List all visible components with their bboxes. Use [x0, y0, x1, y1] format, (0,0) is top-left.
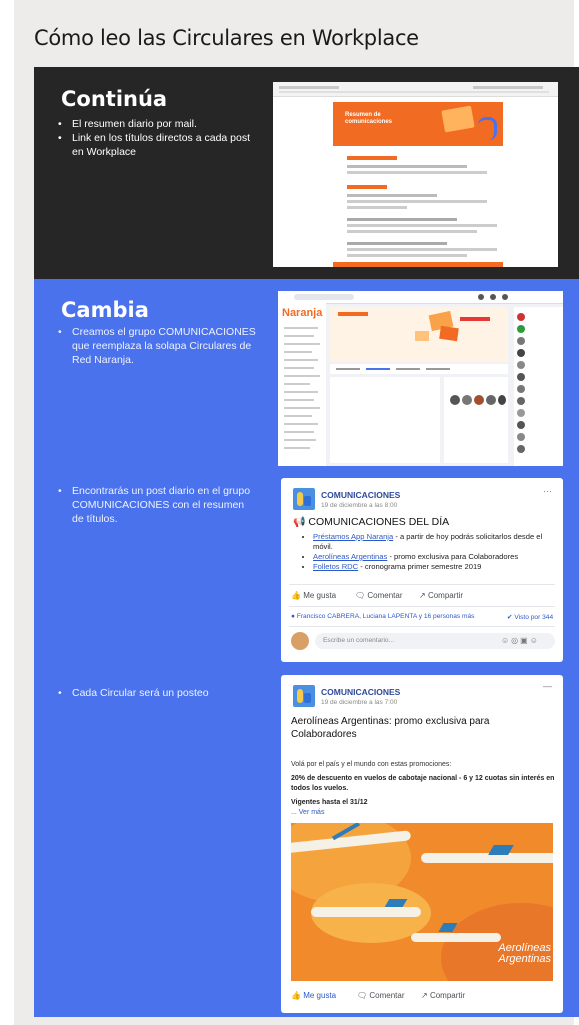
share-icon: ↗ [421, 991, 428, 1000]
post-image-airplanes[interactable]: Aerolíneas Argentinas [291, 823, 553, 981]
list-item: Aerolíneas Argentinas - promo exclusiva … [313, 552, 563, 562]
comment-input[interactable]: Escribe un comentario... ☺◎▣☺ [315, 633, 555, 649]
section-cambia-heading: Cambia [61, 298, 149, 322]
post-card-circular: COMUNICACIONES 19 de diciembre a las 7:0… [281, 675, 563, 1013]
megaphone-icon: 📢 [293, 517, 306, 528]
bullet-item: El resumen diario por mail. [56, 117, 256, 131]
section-cambia-bullet-2: Encontrarás un post diario en el grupo C… [56, 484, 256, 526]
aerolineas-logo: Aerolíneas Argentinas [498, 942, 551, 965]
section-cambia-bullet-3: Cada Circular será un posteo [56, 686, 256, 700]
workplace-cover [330, 307, 508, 362]
bullet-item: Encontrarás un post diario en el grupo C… [56, 484, 256, 526]
page-title: Cómo leo las Circulares en Workplace [34, 26, 419, 50]
check-icon: ✔ [507, 614, 513, 621]
arrow-icon [478, 117, 497, 140]
thumbs-up-icon: 👍 [291, 591, 301, 600]
like-button[interactable]: 👍 Me gusta [291, 991, 336, 1000]
post-promo: 20% de descuento en vuelos de cabotaje n… [291, 775, 555, 792]
email-summary-screenshot: Resumen de comunicaciones [273, 82, 558, 267]
section-continua-heading: Continúa [61, 87, 168, 111]
list-item: Folletos RDC - cronograma primer semestr… [313, 562, 563, 572]
airplane-icon [411, 933, 501, 942]
list-item: Préstamos App Naranja - a partir de hoy … [313, 532, 563, 552]
post-intro: Volá por el país y el mundo con estas pr… [291, 761, 452, 768]
post-options-icon[interactable]: — [543, 681, 552, 691]
envelope-icon [441, 105, 475, 133]
workplace-screenshot: Naranja [278, 291, 563, 466]
email-banner: Resumen de comunicaciones [333, 102, 503, 146]
share-icon: ↗ [419, 591, 426, 600]
post-seen-count[interactable]: ✔ Visto por 344 [507, 613, 553, 621]
bullet-item: Cada Circular será un posteo [56, 686, 256, 700]
post-date[interactable]: 19 de diciembre a las 8:00 [321, 502, 397, 509]
group-logo-icon [293, 488, 315, 510]
post-group-name[interactable]: COMUNICACIONES [321, 490, 400, 500]
post-date[interactable]: 19 de diciembre a las 7:00 [321, 699, 397, 706]
post-options-icon[interactable]: ··· [543, 486, 552, 496]
post-title: Aerolíneas Argentinas: promo exclusiva p… [291, 716, 490, 740]
section-cambia-bullet-1: Creamos el grupo COMUNICACIONES que reem… [56, 325, 256, 367]
post-heading: 📢 COMUNICACIONES DEL DÍA [293, 516, 450, 528]
bullet-item: Creamos el grupo COMUNICACIONES que reem… [56, 325, 256, 367]
like-button[interactable]: 👍 Me gusta [291, 591, 336, 600]
avatar [291, 632, 309, 650]
comment-button[interactable]: 🗨 Comentar [357, 991, 405, 1000]
emoji-icons[interactable]: ☺◎▣☺ [501, 636, 540, 645]
section-cambia: Cambia Creamos el grupo COMUNICACIONES q… [34, 279, 579, 1017]
like-badge-icon: ● [291, 613, 295, 620]
post-reactions[interactable]: ● Francisco CABRERA, Luciana LAPENTA y 1… [291, 613, 481, 620]
email-toolbar [273, 82, 558, 97]
workplace-brand: Naranja [282, 307, 323, 319]
email-banner-title: Resumen de comunicaciones [345, 112, 393, 125]
share-button[interactable]: ↗ Compartir [419, 591, 463, 600]
post-validity: Vigentes hasta el 31/12 [291, 799, 368, 806]
workplace-sidebar: Naranja [278, 303, 326, 466]
share-button[interactable]: ↗ Compartir [421, 991, 465, 1000]
group-logo-icon [293, 685, 315, 707]
airplane-icon [311, 907, 421, 917]
bullet-item: Link en los títulos directos a cada post… [56, 131, 256, 159]
post-summary-list: Préstamos App Naranja - a partir de hoy … [303, 532, 563, 572]
section-continua-bullets: El resumen diario por mail. Link en los … [56, 117, 256, 159]
section-continua: Continúa El resumen diario por mail. Lin… [34, 67, 579, 279]
workplace-chat-list [514, 307, 563, 466]
comment-button[interactable]: 🗨 Comentar [355, 591, 403, 600]
post-group-name[interactable]: COMUNICACIONES [321, 687, 400, 697]
post-card-summary: COMUNICACIONES 19 de diciembre a las 8:0… [281, 478, 563, 662]
comment-icon: 🗨 [357, 991, 368, 1000]
comment-icon: 🗨 [355, 591, 366, 600]
see-more-link[interactable]: ... Ver más [291, 809, 324, 816]
thumbs-up-icon: 👍 [291, 991, 301, 1000]
